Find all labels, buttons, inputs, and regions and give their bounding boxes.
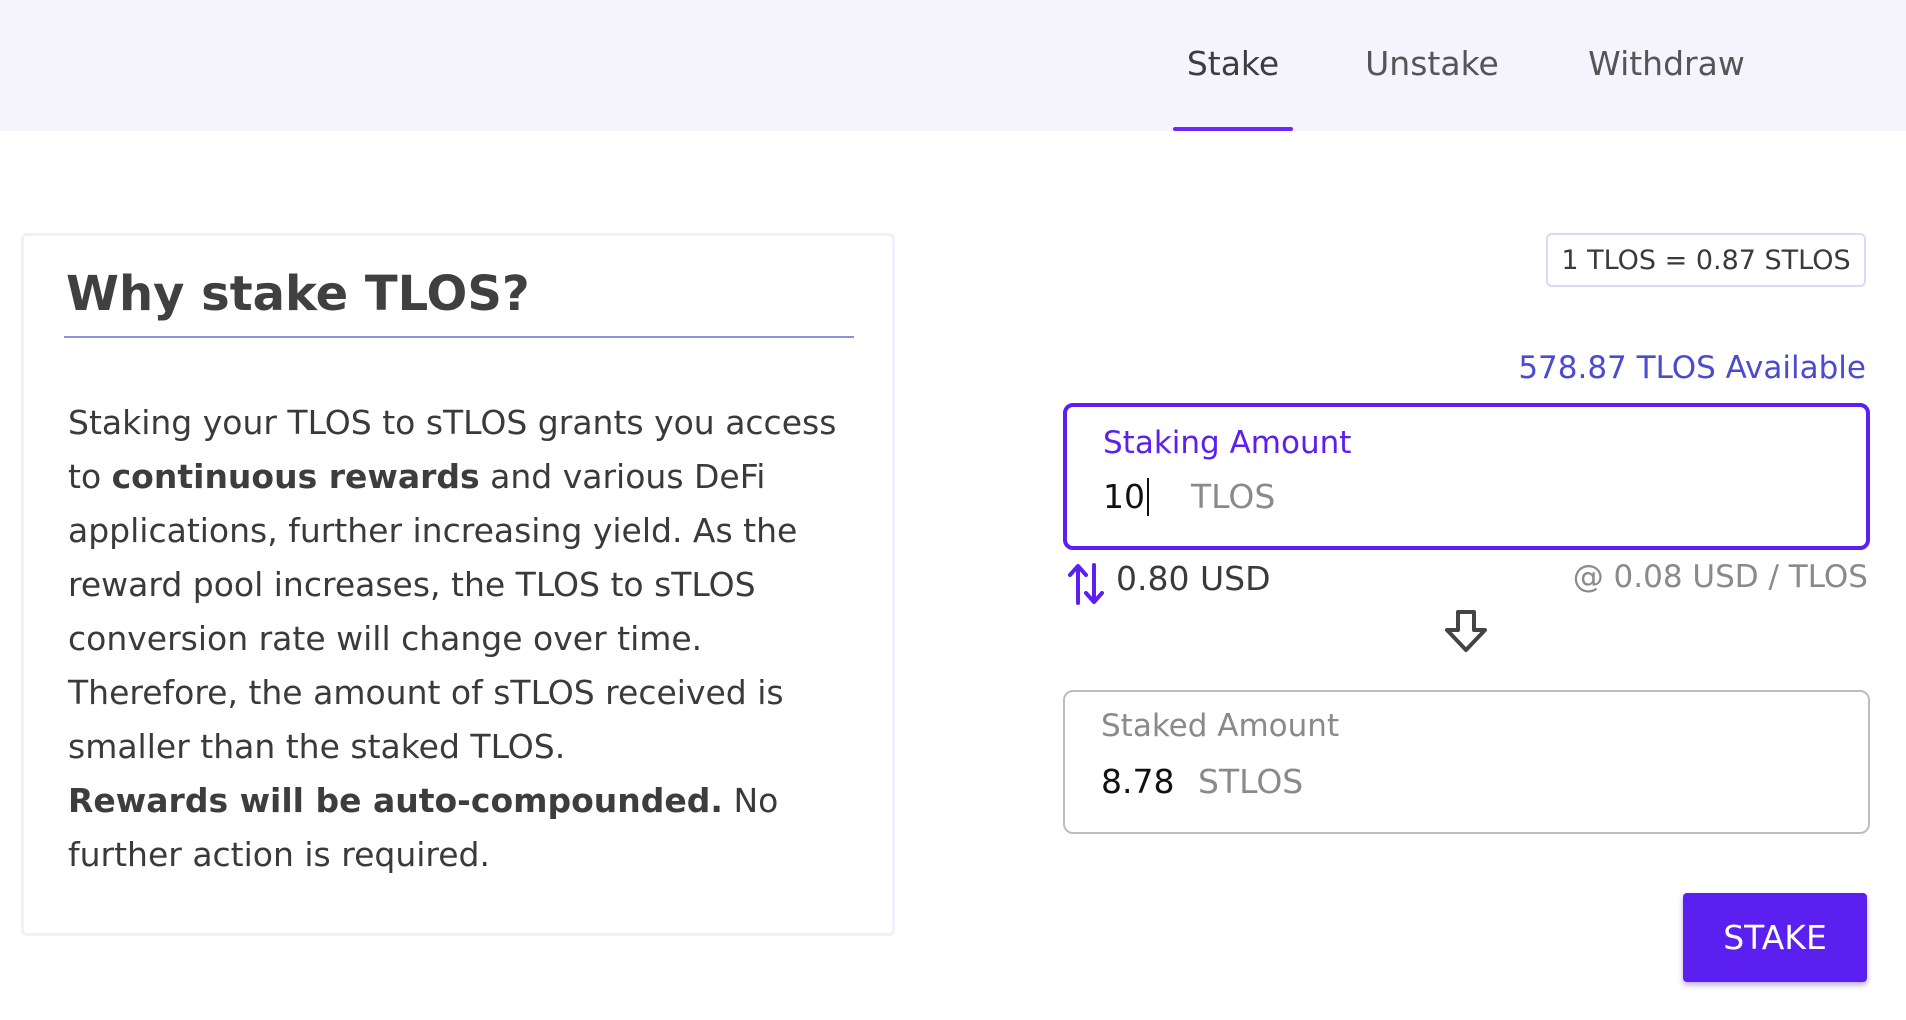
why-stake-card: Why stake TLOS? Staking your TLOS to sTL… [21, 233, 895, 936]
staking-amount-label: Staking Amount [1103, 425, 1352, 461]
body-text-2: and various DeFi applications, further i… [68, 457, 798, 766]
staked-amount-field: Staked Amount 8.78 STLOS [1063, 690, 1870, 834]
text-caret [1147, 477, 1149, 516]
body-bold-2: Rewards will be auto-compounded. [68, 781, 723, 820]
available-balance[interactable]: 578.87 TLOS Available [1518, 350, 1866, 386]
staked-amount-unit: STLOS [1198, 762, 1304, 801]
card-title: Why stake TLOS? [66, 266, 530, 322]
card-body: Staking your TLOS to sTLOS grants you ac… [68, 396, 868, 882]
title-divider [64, 336, 854, 338]
tab-withdraw[interactable]: Withdraw [1574, 44, 1759, 131]
usd-value: 0.80 USD [1116, 559, 1271, 598]
tab-stake[interactable]: Stake [1173, 44, 1293, 131]
staked-amount-value: 8.78 [1101, 762, 1175, 801]
usd-conversion-row: 0.80 USD @ 0.08 USD / TLOS [1063, 555, 1870, 605]
staking-amount-unit: TLOS [1191, 477, 1276, 516]
staking-amount-field[interactable]: Staking Amount 10 TLOS [1063, 403, 1870, 550]
tab-unstake[interactable]: Unstake [1352, 44, 1512, 131]
swap-vertical-icon[interactable] [1068, 561, 1104, 607]
conversion-rate-badge: 1 TLOS = 0.87 STLOS [1546, 233, 1866, 287]
staked-amount-label: Staked Amount [1101, 708, 1340, 744]
staking-amount-value: 10 [1103, 477, 1145, 516]
body-bold-1: continuous rewards [111, 457, 480, 496]
arrow-down-icon [1445, 610, 1487, 652]
usd-price-rate: @ 0.08 USD / TLOS [1572, 559, 1868, 595]
staking-amount-input[interactable]: 10 [1103, 477, 1149, 516]
top-nav-bar: Stake Unstake Withdraw [0, 0, 1906, 131]
stake-button[interactable]: STAKE [1683, 893, 1867, 982]
